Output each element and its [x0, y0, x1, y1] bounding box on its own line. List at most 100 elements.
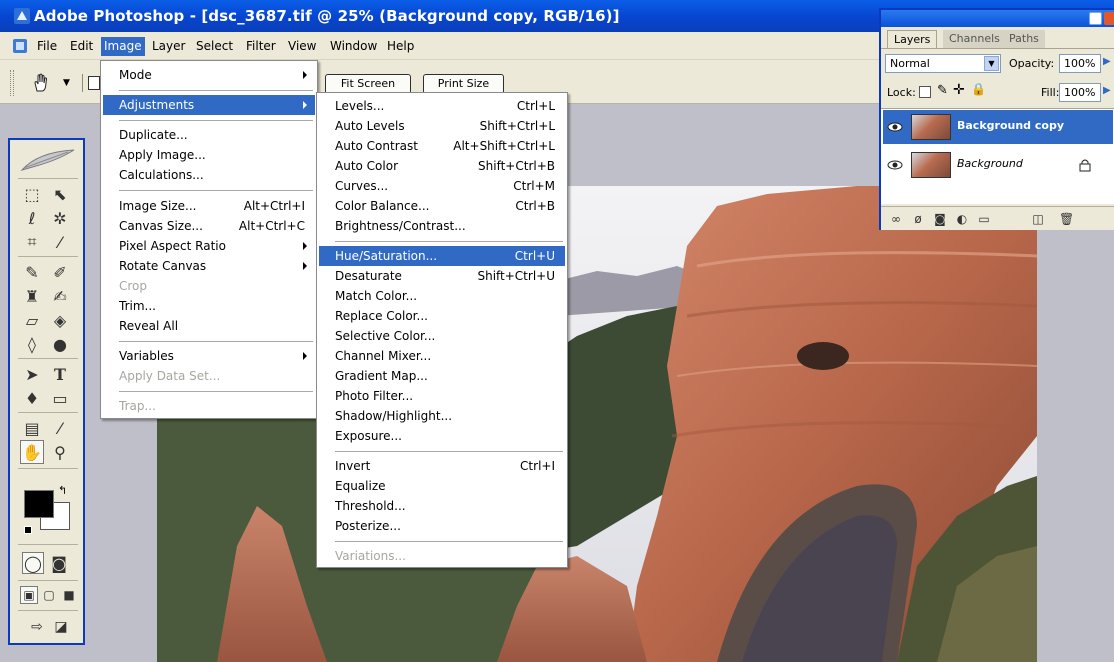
move-tool-icon[interactable]: ⬉ [48, 182, 72, 206]
menu-item-canvas-size[interactable]: Canvas Size... Alt+Ctrl+C [103, 216, 315, 236]
standard-mode-icon[interactable]: ◯ [22, 552, 44, 574]
layer-mask-icon[interactable]: ◙ [933, 212, 947, 226]
menu-item-variables[interactable]: Variables [103, 346, 315, 366]
menu-item-photo-filter[interactable]: Photo Filter... [319, 386, 565, 406]
lock-paint-icon[interactable]: ✎ [937, 83, 948, 98]
chevron-down-icon[interactable]: ▼ [984, 56, 999, 71]
swap-colors-icon[interactable]: ↰ [58, 484, 67, 497]
notes-tool-icon[interactable]: ▤ [20, 416, 44, 440]
menu-item-channel-mixer[interactable]: Channel Mixer... [319, 346, 565, 366]
path-selection-tool-icon[interactable]: ➤ [20, 362, 44, 386]
menu-item-exposure[interactable]: Exposure... [319, 426, 565, 446]
fit-screen-button[interactable]: Fit Screen [325, 74, 411, 94]
menu-help[interactable]: Help [384, 37, 417, 56]
menu-item-mode[interactable]: Mode [103, 65, 315, 85]
menu-item-auto-contrast[interactable]: Auto Contrast Alt+Shift+Ctrl+L [319, 136, 565, 156]
lock-transparency-icon[interactable] [919, 86, 931, 98]
dodge-tool-icon[interactable]: ● [48, 332, 72, 356]
marquee-tool-icon[interactable]: ⬚ [20, 182, 44, 206]
full-screen-mode-icon[interactable]: ■ [60, 586, 78, 604]
tab-paths[interactable]: Paths [1003, 30, 1045, 48]
menu-item-trim[interactable]: Trim... [103, 296, 315, 316]
lock-position-icon[interactable]: ✛ [953, 82, 965, 98]
menu-item-threshold[interactable]: Threshold... [319, 496, 565, 516]
menu-item-image-size[interactable]: Image Size... Alt+Ctrl+I [103, 196, 315, 216]
magic-wand-tool-icon[interactable]: ✲ [48, 206, 72, 230]
menu-item-match-color[interactable]: Match Color... [319, 286, 565, 306]
menu-item-hue-saturation[interactable]: Hue/Saturation... Ctrl+U [319, 246, 565, 266]
history-brush-tool-icon[interactable]: ✍ [48, 284, 72, 308]
adjustment-layer-icon[interactable]: ◐ [955, 212, 969, 226]
menu-item-auto-levels[interactable]: Auto Levels Shift+Ctrl+L [319, 116, 565, 136]
panel-close-icon[interactable] [1104, 12, 1114, 25]
new-group-icon[interactable]: ▭ [977, 212, 991, 226]
menu-file[interactable]: File [34, 37, 60, 56]
blend-mode-select[interactable]: Normal ▼ [885, 54, 1001, 73]
eye-icon[interactable] [887, 158, 903, 172]
healing-brush-tool-icon[interactable]: ✎ [20, 260, 44, 284]
zoom-tool-icon[interactable]: ⚲ [48, 440, 72, 464]
option-checkbox[interactable] [88, 76, 100, 90]
menu-item-invert[interactable]: Invert Ctrl+I [319, 456, 565, 476]
layer-style-icon[interactable]: ø [911, 212, 925, 226]
menu-item-reveal-all[interactable]: Reveal All [103, 316, 315, 336]
standard-screen-mode-icon[interactable]: ▣ [20, 586, 38, 604]
imageready-icon[interactable]: ◪ [50, 616, 72, 638]
quick-mask-mode-icon[interactable]: ◙ [48, 552, 70, 574]
fill-input[interactable]: 100% [1059, 83, 1101, 102]
panel-minimize-icon[interactable] [1089, 12, 1102, 25]
menu-item-brightness-contrast[interactable]: Brightness/Contrast... [319, 216, 565, 236]
menu-item-shadow-highlight[interactable]: Shadow/Highlight... [319, 406, 565, 426]
jump-to-imageready-icon[interactable]: ⇨ [24, 616, 50, 638]
lock-all-icon[interactable]: 🔒 [971, 82, 986, 96]
menu-image[interactable]: Image [101, 37, 145, 56]
menu-item-replace-color[interactable]: Replace Color... [319, 306, 565, 326]
menu-item-levels[interactable]: Levels... Ctrl+L [319, 96, 565, 116]
menu-item-equalize[interactable]: Equalize [319, 476, 565, 496]
tab-layers[interactable]: Layers [887, 30, 938, 48]
print-size-button[interactable]: Print Size [423, 74, 504, 94]
menu-item-gradient-map[interactable]: Gradient Map... [319, 366, 565, 386]
type-tool-icon[interactable]: T [48, 362, 72, 386]
layers-panel-titlebar[interactable] [881, 10, 1114, 27]
opacity-arrow-icon[interactable]: ▶ [1103, 56, 1111, 67]
menu-item-auto-color[interactable]: Auto Color Shift+Ctrl+B [319, 156, 565, 176]
eraser-tool-icon[interactable]: ▱ [20, 308, 44, 332]
menu-view[interactable]: View [285, 37, 319, 56]
toolbar-grip[interactable] [10, 70, 14, 96]
menu-item-curves[interactable]: Curves... Ctrl+M [319, 176, 565, 196]
menu-item-posterize[interactable]: Posterize... [319, 516, 565, 536]
menu-select[interactable]: Select [193, 37, 236, 56]
hand-tool-icon[interactable] [30, 71, 54, 95]
crop-tool-icon[interactable]: ⌗ [20, 230, 44, 254]
blur-tool-icon[interactable]: ◊ [20, 332, 44, 356]
link-layers-icon[interactable]: ∞ [889, 212, 903, 226]
new-layer-icon[interactable]: ◫ [1031, 212, 1045, 226]
eye-icon[interactable] [887, 120, 903, 134]
foreground-color-swatch[interactable] [24, 490, 54, 518]
tab-channels[interactable]: Channels [943, 30, 1006, 48]
tool-preset-arrow-icon[interactable]: ▼ [63, 78, 70, 88]
lasso-tool-icon[interactable]: ℓ [20, 206, 44, 230]
menu-item-pixel-aspect-ratio[interactable]: Pixel Aspect Ratio [103, 236, 315, 256]
menu-item-desaturate[interactable]: Desaturate Shift+Ctrl+U [319, 266, 565, 286]
menu-item-adjustments[interactable]: Adjustments [103, 95, 315, 115]
menu-layer[interactable]: Layer [149, 37, 188, 56]
menu-window[interactable]: Window [327, 37, 380, 56]
default-colors-icon[interactable] [24, 526, 32, 534]
layer-background[interactable]: Background [883, 148, 1113, 182]
menu-item-rotate-canvas[interactable]: Rotate Canvas [103, 256, 315, 276]
paint-bucket-tool-icon[interactable]: ◈ [48, 308, 72, 332]
full-screen-menu-mode-icon[interactable]: ▢ [40, 586, 58, 604]
opacity-input[interactable]: 100% [1059, 54, 1101, 73]
menu-item-selective-color[interactable]: Selective Color... [319, 326, 565, 346]
menu-item-calculations[interactable]: Calculations... [103, 165, 315, 185]
pen-tool-icon[interactable]: ♦ [20, 386, 44, 410]
eyedropper-tool-icon[interactable]: ⁄ [48, 416, 72, 440]
trash-icon[interactable]: 🗑 [1059, 212, 1074, 226]
layer-background-copy[interactable]: Background copy [883, 110, 1113, 144]
menu-item-apply-image[interactable]: Apply Image... [103, 145, 315, 165]
slice-tool-icon[interactable]: ⁄ [48, 230, 72, 254]
shape-tool-icon[interactable]: ▭ [48, 386, 72, 410]
hand-tool-icon[interactable]: ✋ [20, 440, 44, 464]
